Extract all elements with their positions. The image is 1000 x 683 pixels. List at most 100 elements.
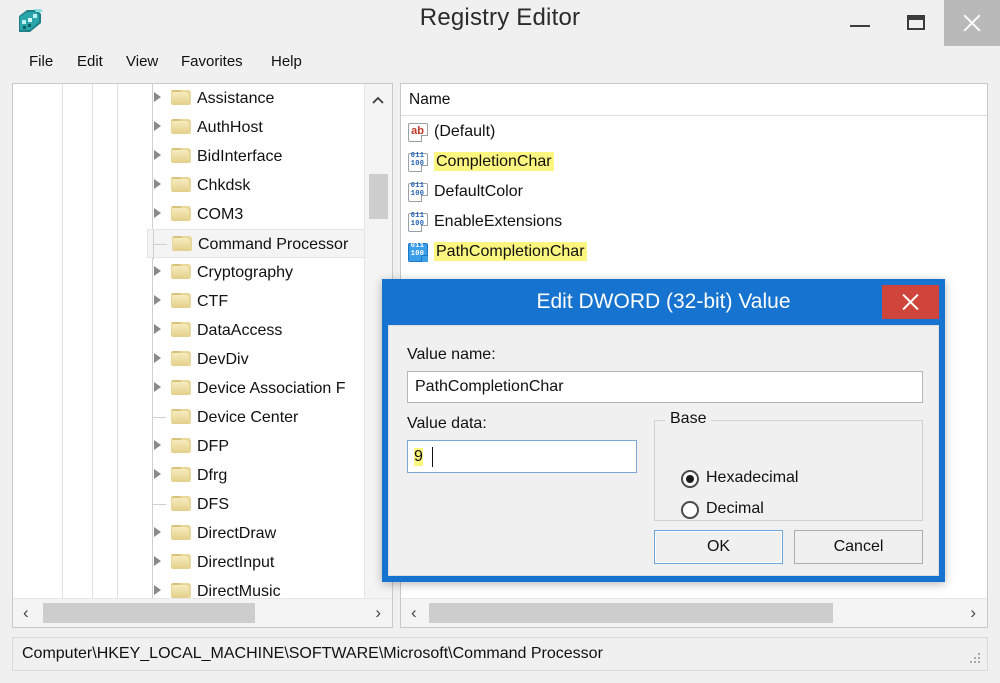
menu-item-edit[interactable]: Edit: [68, 46, 112, 78]
folder-icon: [171, 206, 191, 223]
folder-icon: [171, 467, 191, 484]
tree-item-assistance[interactable]: Assistance: [13, 84, 365, 113]
tree-item-dfs[interactable]: DFS: [13, 490, 365, 519]
value-row[interactable]: 011100PathCompletionCharREG_D...0x000000…: [401, 237, 987, 267]
list-horizontal-scrollbar[interactable]: ‹ ›: [401, 598, 987, 627]
value-data-label: Value data:: [407, 415, 487, 432]
chevron-right-icon[interactable]: [154, 382, 161, 392]
tree-scroll-thumb[interactable]: [369, 174, 388, 219]
menu-item-help[interactable]: Help: [262, 46, 311, 78]
close-button[interactable]: [944, 0, 1000, 46]
close-icon: [944, 0, 1000, 46]
value-row[interactable]: 011100EnableExtensionsREG_D...0x00000001…: [401, 207, 987, 237]
tree-item-label: DFS: [197, 496, 229, 513]
scroll-right-icon[interactable]: ›: [970, 599, 976, 627]
radio-hexadecimal-icon[interactable]: [681, 470, 699, 488]
dword-value-icon: 011 100: [407, 182, 428, 202]
radio-decimal-label: Decimal: [706, 500, 764, 517]
tree-item-ctf[interactable]: CTF: [13, 287, 365, 316]
tree-item-cryptography[interactable]: Cryptography: [13, 258, 365, 287]
value-name-input[interactable]: PathCompletionChar: [407, 371, 923, 403]
value-row[interactable]: 011100CompletionCharREG_D...0x00000040 (…: [401, 147, 987, 177]
tree-item-com3[interactable]: COM3: [13, 200, 365, 229]
ok-button[interactable]: OK: [654, 530, 783, 564]
dword-value-icon: 011 100: [407, 242, 428, 262]
tree-item-label: Assistance: [197, 90, 275, 107]
chevron-right-icon[interactable]: [154, 92, 161, 102]
value-data-input[interactable]: 9: [407, 440, 637, 473]
value-name: EnableExtensions: [434, 213, 563, 230]
scroll-left-icon[interactable]: ‹: [23, 599, 29, 627]
resize-grip-icon[interactable]: [969, 653, 982, 666]
maximize-button[interactable]: [888, 0, 944, 46]
value-name-highlight: PathCompletionChar: [434, 242, 587, 261]
tree-item-command-processor[interactable]: Command Processor: [147, 229, 365, 259]
chevron-right-icon[interactable]: [154, 527, 161, 537]
registry-tree[interactable]: Assistance AuthHost BidInterface Chkdsk COM3…: [13, 84, 365, 600]
values-column-header: NameTypeData: [401, 84, 987, 116]
folder-icon: [171, 525, 191, 542]
chevron-right-icon[interactable]: [154, 150, 161, 160]
dialog-close-button[interactable]: [882, 285, 939, 319]
base-legend: Base: [665, 410, 712, 428]
chevron-right-icon[interactable]: [154, 179, 161, 189]
chevron-right-icon[interactable]: [154, 353, 161, 363]
tree-item-directmusic[interactable]: DirectMusic: [13, 577, 365, 600]
chevron-right-icon[interactable]: [154, 556, 161, 566]
tree-item-bidinterface[interactable]: BidInterface: [13, 142, 365, 171]
menu-item-favorites[interactable]: Favorites: [172, 46, 252, 78]
chevron-right-icon[interactable]: [154, 585, 161, 595]
chevron-right-icon[interactable]: [154, 324, 161, 334]
tree-hscroll-thumb[interactable]: [43, 603, 255, 623]
chevron-right-icon[interactable]: [154, 440, 161, 450]
tree-item-authhost[interactable]: AuthHost: [13, 113, 365, 142]
tree-item-dataaccess[interactable]: DataAccess: [13, 316, 365, 345]
tree-item-dfp[interactable]: DFP: [13, 432, 365, 461]
folder-icon: [171, 409, 191, 426]
column-header-name[interactable]: Name: [401, 84, 987, 115]
folder-icon: [171, 351, 191, 368]
menu-item-file[interactable]: File: [20, 46, 62, 78]
title-bar: Registry Editor: [0, 0, 1000, 46]
chevron-right-icon[interactable]: [154, 208, 161, 218]
tree-item-label: Chkdsk: [197, 177, 251, 194]
dialog-title: Edit DWORD (32-bit) Value: [536, 290, 791, 313]
tree-item-device-association-f[interactable]: Device Association F: [13, 374, 365, 403]
tree-item-label: DataAccess: [197, 322, 283, 339]
chevron-right-icon[interactable]: [154, 295, 161, 305]
tree-item-chkdsk[interactable]: Chkdsk: [13, 171, 365, 200]
chevron-right-icon[interactable]: [154, 266, 161, 276]
dword-value-icon: 011 100: [407, 152, 428, 172]
value-name-label: Value name:: [407, 346, 496, 363]
chevron-right-icon[interactable]: [154, 121, 161, 131]
tree-item-directinput[interactable]: DirectInput: [13, 548, 365, 577]
minimize-button[interactable]: [832, 0, 888, 46]
radio-decimal-icon[interactable]: [681, 501, 699, 519]
tree-item-label: Command Processor: [198, 236, 349, 253]
scroll-up-icon[interactable]: [372, 94, 384, 106]
list-hscroll-thumb[interactable]: [429, 603, 833, 623]
value-row[interactable]: ab(Default)REG_SZ(value not set): [401, 117, 987, 147]
scroll-right-icon[interactable]: ›: [375, 599, 381, 627]
tree-item-label: Dfrg: [197, 467, 228, 484]
tree-horizontal-scrollbar[interactable]: ‹ ›: [13, 598, 392, 627]
scroll-left-icon[interactable]: ‹: [411, 599, 417, 627]
chevron-right-icon[interactable]: [154, 469, 161, 479]
tree-item-device-center[interactable]: Device Center: [13, 403, 365, 432]
tree-item-label: COM3: [197, 206, 244, 223]
value-name-text: PathCompletionChar: [415, 378, 564, 395]
tree-item-label: CTF: [197, 293, 229, 310]
menu-item-view[interactable]: View: [117, 46, 167, 78]
tree-item-devdiv[interactable]: DevDiv: [13, 345, 365, 374]
folder-icon: [171, 322, 191, 339]
folder-icon: [171, 293, 191, 310]
tree-item-label: Cryptography: [197, 264, 294, 281]
value-name: CompletionChar: [434, 147, 554, 177]
cancel-button[interactable]: Cancel: [794, 530, 923, 564]
tree-item-directdraw[interactable]: DirectDraw: [13, 519, 365, 548]
folder-icon: [171, 90, 191, 107]
value-row[interactable]: 011100DefaultColorREG_D...0x00000000 (0): [401, 177, 987, 207]
folder-icon: [172, 236, 192, 253]
tree-item-dfrg[interactable]: Dfrg: [13, 461, 365, 490]
dialog-body: Value name: PathCompletionChar Value dat…: [388, 325, 939, 576]
